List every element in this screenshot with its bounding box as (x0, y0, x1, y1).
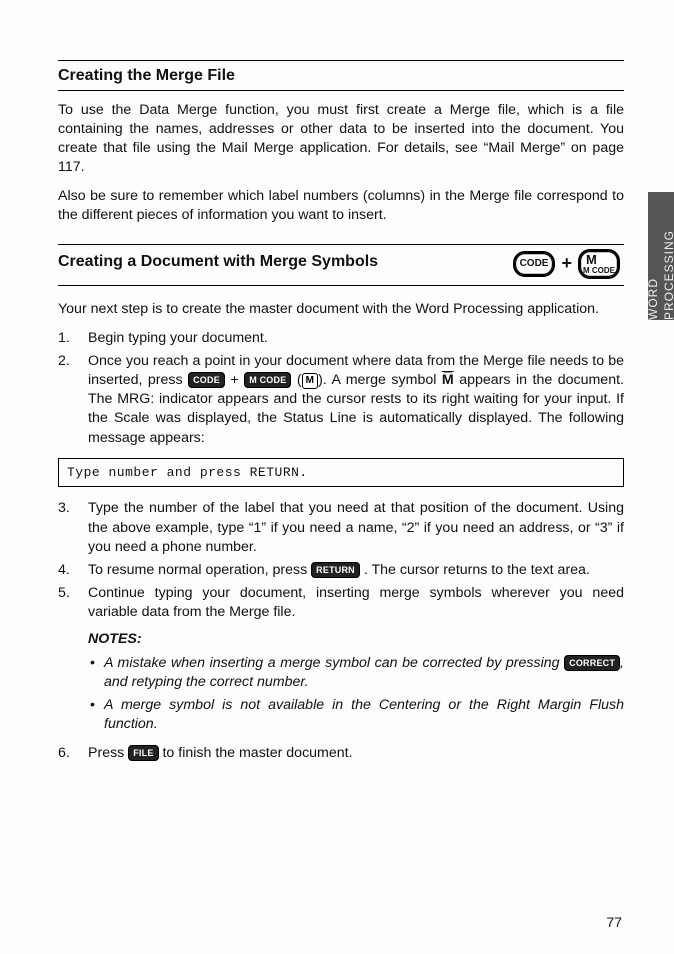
step-6-a: Press (88, 745, 128, 761)
keycap-code-label: CODE (520, 259, 549, 269)
page-number: 77 (606, 913, 622, 932)
step-5: Continue typing your document, inserting… (58, 584, 624, 622)
section2-header: Creating a Document with Merge Symbols C… (58, 249, 624, 286)
inline-key-m: M (302, 373, 319, 389)
section1-para1: To use the Data Merge function, you must… (58, 101, 624, 178)
section1-para2: Also be sure to remember which label num… (58, 187, 624, 225)
section1-title: Creating the Merge File (58, 65, 624, 91)
inline-key-mcode: M CODE (244, 372, 291, 388)
plus-icon: + (561, 251, 572, 275)
inline-key-correct: CORRECT (564, 655, 620, 671)
step-4-text-b: . The cursor returns to the text area. (364, 562, 590, 578)
instruction-list: Begin typing your document. Once you rea… (58, 329, 624, 448)
merge-symbol: M̅ (442, 372, 454, 388)
top-rule (58, 60, 624, 61)
notes-heading: NOTES: (88, 630, 624, 649)
step-2-plus: + (230, 372, 244, 388)
note-1-a: A mistake when inserting a merge symbol … (104, 655, 564, 671)
section2-intro: Your next step is to create the master d… (58, 300, 624, 319)
inline-key-code: CODE (188, 372, 225, 388)
side-tab-word-processing: WORD PROCESSING (648, 192, 674, 320)
step-2-text-c: ). A merge symbol (318, 372, 442, 388)
step-1: Begin typing your document. (58, 329, 624, 348)
notes-block: NOTES: A mistake when inserting a merge … (58, 630, 624, 734)
note-1: A mistake when inserting a merge symbol … (88, 654, 624, 692)
step-6-b: to finish the master document. (162, 745, 352, 761)
keycap-m-top: M (583, 253, 597, 266)
step-4-text-a: To resume normal operation, press (88, 562, 311, 578)
key-combo: CODE + M M CODE (513, 249, 620, 285)
step-2: Once you reach a point in your document … (58, 352, 624, 448)
step-2-text-b: ( (297, 372, 302, 388)
step-3: Type the number of the label that you ne… (58, 499, 624, 557)
keycap-code: CODE (513, 251, 556, 277)
inline-key-file: FILE (128, 745, 158, 761)
step-6: Press FILE to finish the master document… (58, 744, 624, 763)
notes-list: A mistake when inserting a merge symbol … (88, 654, 624, 735)
section2-title: Creating a Document with Merge Symbols (58, 249, 513, 273)
note-2: A merge symbol is not available in the C… (88, 696, 624, 734)
instruction-list-end: Press FILE to finish the master document… (58, 744, 624, 763)
inline-key-return: RETURN (311, 562, 360, 578)
section2: Creating a Document with Merge Symbols C… (58, 244, 624, 764)
keycap-m-bottom: M CODE (583, 267, 615, 275)
step-4: To resume normal operation, press RETURN… (58, 561, 624, 580)
message-box: Type number and press RETURN. (58, 458, 624, 488)
keycap-m: M M CODE (578, 249, 620, 279)
instruction-list-cont: Type the number of the label that you ne… (58, 499, 624, 622)
